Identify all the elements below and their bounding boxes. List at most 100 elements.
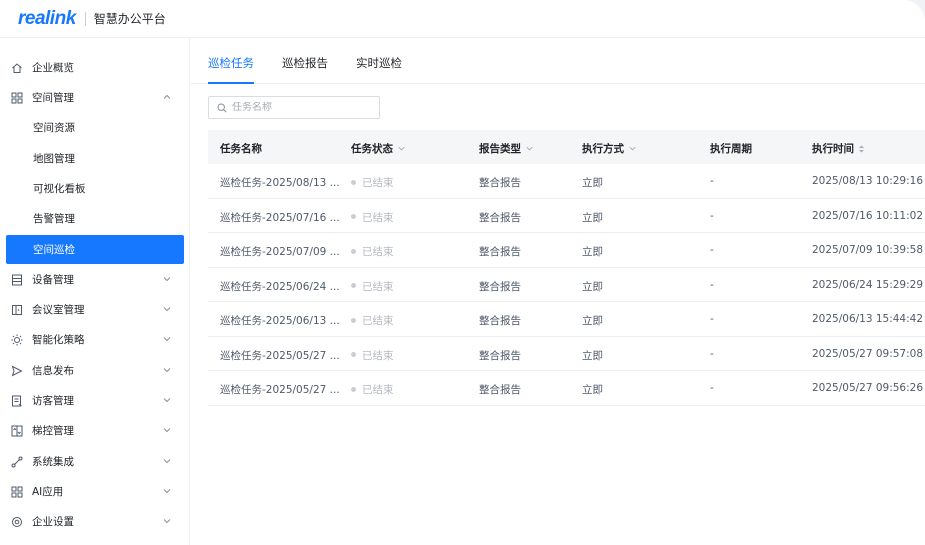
cell-exec-mode: 立即 [582,211,603,224]
cell-task-status: 已结束 [351,244,394,259]
cell-task-name[interactable]: 巡检任务-2025/07/16 ... [220,210,340,225]
chevron-down-icon [163,277,171,282]
chevron-down-icon [163,337,171,342]
cell-exec-mode: 立即 [582,246,603,258]
search-box[interactable] [208,96,380,119]
cell-exec-cycle: - [710,347,714,360]
strategy-icon [10,333,23,346]
cell-report-type: 整合报告 [479,246,521,258]
chevron-down-icon [163,459,171,464]
cell-exec-time: 2025/05/27 09:56:26 [812,382,924,394]
table-row[interactable]: 巡检任务-2025/05/27 ... 已结束 整合报告 立即 - 2025/0… [208,371,925,406]
sort-icon[interactable] [858,144,865,154]
sidebar-item-label: 空间巡检 [33,244,75,256]
logo-divider [84,11,86,26]
main-content: 巡检任务 巡检报告 实时巡检 任务名称 任务状态 报告类型 执行方式 执行周期 … [191,38,925,545]
top-bar: realink 智慧办公平台 [0,0,925,38]
sidebar-item-info-publish[interactable]: 信息发布 [6,356,184,385]
sidebar-item-visual-dashboard[interactable]: 可视化看板 [6,174,184,203]
sidebar-item-label: 地图管理 [33,153,75,165]
sidebar-item-label: 空间管理 [32,92,74,104]
task-name-search-input[interactable] [232,102,372,113]
sidebar-item-meeting-room[interactable]: 会议室管理 [6,295,184,324]
cell-exec-cycle: - [710,209,714,222]
cell-report-type: 整合报告 [479,177,521,189]
cell-exec-cycle: - [710,313,714,325]
cell-exec-cycle: - [710,244,714,256]
sidebar-item-enterprise-settings[interactable]: 企业设置 [6,507,184,536]
sidebar-item-label: 智能化策略 [32,334,85,346]
tab-inspection-tasks[interactable]: 巡检任务 [208,55,254,71]
filter-chevron-icon[interactable] [397,144,406,153]
meeting-room-icon [10,303,23,316]
cell-report-type: 整合报告 [479,280,521,293]
cell-task-name[interactable]: 巡检任务-2025/05/27 ... [220,348,340,363]
column-header-exec-time[interactable]: 执行时间 [812,141,865,156]
cell-exec-mode: 立即 [582,280,603,293]
sidebar-item-label: 可视化看板 [33,183,86,195]
table-row[interactable]: 巡检任务-2025/06/13 ... 已结束 整合报告 立即 - 2025/0… [208,302,925,337]
sidebar-item-smart-strategy[interactable]: 智能化策略 [6,325,184,354]
cell-task-name[interactable]: 巡检任务-2025/08/13 ... [220,175,340,190]
status-dot [351,317,356,323]
column-header-task-status[interactable]: 任务状态 [351,141,406,156]
cell-task-name[interactable]: 巡检任务-2025/05/27 ... [220,382,340,397]
status-dot [351,214,356,219]
cell-exec-time: 2025/05/27 09:57:08 [812,347,924,360]
sidebar-item-label: 告警管理 [33,213,75,225]
tab-realtime-inspection[interactable]: 实时巡检 [356,55,402,71]
sidebar-item-alarm-management[interactable]: 告警管理 [6,204,184,233]
table-row[interactable]: 巡检任务-2025/05/27 ... 已结束 整合报告 立即 - 2025/0… [208,337,925,371]
brand-logo[interactable]: realink [18,8,76,30]
table-row[interactable]: 巡检任务-2025/06/24 ... 已结束 整合报告 立即 - 2025/0… [208,268,925,302]
inspection-task-table: 任务名称 任务状态 报告类型 执行方式 执行周期 执行时间 巡检任务-2025/… [208,130,925,406]
chevron-up-icon [163,94,171,99]
sidebar-item-label: 信息发布 [32,365,74,377]
filter-chevron-icon[interactable] [628,144,637,153]
cell-exec-mode: 立即 [582,177,603,189]
search-icon [217,102,227,113]
cell-task-name[interactable]: 巡检任务-2025/06/24 ... [220,279,340,294]
sidebar-item-label: 系统集成 [32,456,74,468]
gear-icon [10,515,23,528]
grid-icon [10,91,23,104]
cell-report-type: 整合报告 [479,211,521,224]
column-header-exec-mode[interactable]: 执行方式 [582,141,637,156]
app-window: realink 智慧办公平台 企业概览 空间管理 空间资源 地图管理 可视化看板 [0,0,925,545]
table-row[interactable]: 巡检任务-2025/08/13 ... 已结束 整合报告 立即 - 2025/0… [208,164,925,199]
sidebar-item-system-integration[interactable]: 系统集成 [6,447,184,476]
chevron-down-icon [163,398,171,403]
sidebar-item-label: 空间资源 [33,122,75,134]
cell-task-name[interactable]: 巡检任务-2025/06/13 ... [220,313,340,328]
chevron-down-icon [163,519,171,524]
sidebar: 企业概览 空间管理 空间资源 地图管理 可视化看板 告警管理 空间巡检 设备管理… [0,38,190,545]
sidebar-item-device-management[interactable]: 设备管理 [6,265,184,294]
sidebar-item-space-resources[interactable]: 空间资源 [6,113,184,142]
sidebar-item-elevator-control[interactable]: 梯控管理 [6,416,184,445]
sidebar-item-space-inspection[interactable]: 空间巡检 [6,235,184,264]
column-header-report-type[interactable]: 报告类型 [479,141,534,156]
cell-exec-time: 2025/06/24 15:29:29 [812,278,924,291]
cell-exec-cycle: - [710,382,714,394]
sidebar-item-overview[interactable]: 企业概览 [6,53,184,82]
cell-exec-mode: 立即 [582,349,603,362]
filter-chevron-icon[interactable] [525,144,534,153]
sidebar-item-map-management[interactable]: 地图管理 [6,144,184,173]
chevron-down-icon [163,489,171,494]
sidebar-item-label: 企业设置 [32,516,74,528]
cell-task-name[interactable]: 巡检任务-2025/07/09 ... [220,244,340,259]
sidebar-item-label: 企业概览 [32,62,74,74]
sidebar-item-ai-apps[interactable]: AI应用 [6,477,184,506]
sidebar-item-space-management[interactable]: 空间管理 [6,83,184,112]
table-row[interactable]: 巡检任务-2025/07/09 ... 已结束 整合报告 立即 - 2025/0… [208,233,925,268]
cell-task-status: 已结束 [351,313,394,328]
tab-inspection-reports[interactable]: 巡检报告 [282,55,328,71]
sidebar-item-visitor-management[interactable]: 访客管理 [6,386,184,415]
send-icon [10,364,23,377]
cell-task-status: 已结束 [351,175,394,190]
table-header: 任务名称 任务状态 报告类型 执行方式 执行周期 执行时间 [208,130,925,164]
sidebar-item-label: 会议室管理 [32,304,85,316]
cell-report-type: 整合报告 [479,384,521,396]
table-row[interactable]: 巡检任务-2025/07/16 ... 已结束 整合报告 立即 - 2025/0… [208,199,925,233]
cell-exec-time: 2025/07/16 10:11:02 [812,209,924,222]
